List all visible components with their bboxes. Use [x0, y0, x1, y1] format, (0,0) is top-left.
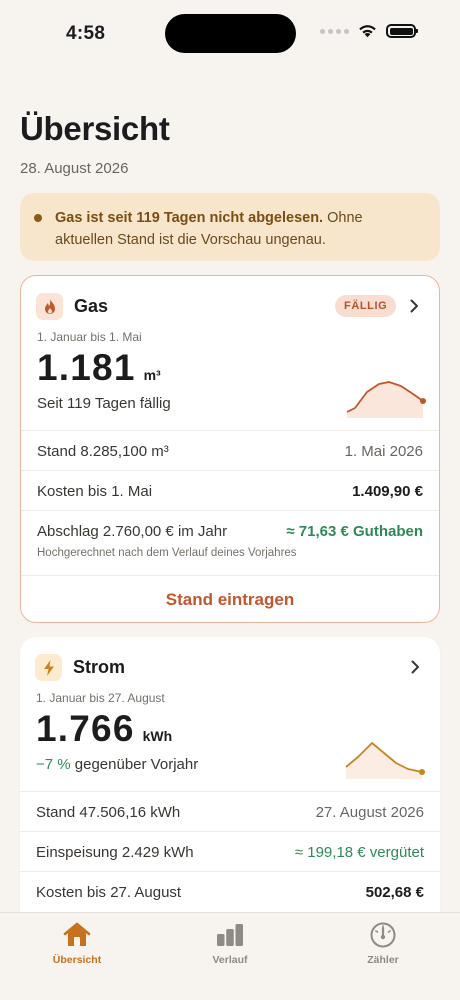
strom-reading-row: Stand 47.506,16 kWh 27. August 2026 [20, 791, 440, 831]
strom-sparkline [345, 742, 425, 779]
strom-consumption-value: 1.766 [36, 708, 135, 749]
gas-action-row: Stand eintragen [21, 575, 439, 622]
dynamic-island [165, 14, 296, 53]
gas-card-header[interactable]: Gas FÄLLIG [21, 276, 439, 334]
strom-feed-label: Einspeisung 2.429 kWh [36, 844, 194, 861]
strom-card-header[interactable]: Strom [20, 637, 440, 695]
tab-overview[interactable]: Übersicht [17, 920, 137, 966]
gas-advance-row: Abschlag 2.760,00 € im Jahr ≈ 71,63 € Gu… [21, 510, 439, 575]
strom-reading-date: 27. August 2026 [315, 804, 424, 821]
gas-advance-value: ≈ 71,63 € Guthaben [286, 523, 423, 540]
cellular-signal-icon [320, 28, 349, 34]
gas-period: 1. Januar bis 1. Mai [37, 330, 142, 344]
gas-card-title: Gas [74, 296, 109, 316]
gas-sparkline [346, 381, 426, 418]
strom-consumption-unit: kWh [142, 728, 173, 744]
chevron-right-icon[interactable] [405, 297, 423, 315]
gas-due-text: Seit 119 Tagen fällig [37, 395, 171, 412]
gas-reading-row: Stand 8.285,100 m³ 1. Mai 2026 [21, 430, 439, 470]
strom-change-line: −7 % gegenüber Vorjahr [36, 756, 198, 773]
gauge-icon [370, 922, 396, 948]
lightning-icon [35, 654, 62, 681]
strom-cost-row: Kosten bis 27. August 502,68 € [20, 871, 440, 911]
tab-bar: Übersicht Verlauf Zähler [0, 912, 460, 1000]
battery-icon [386, 24, 418, 38]
flame-icon [36, 293, 63, 320]
house-icon [63, 922, 91, 946]
gas-consumption: 1.181 m³ [37, 347, 161, 389]
gas-advance-note: Hochgerechnet nach dem Verlauf deines Vo… [37, 547, 297, 559]
gas-consumption-value: 1.181 [37, 347, 136, 388]
chevron-right-icon[interactable] [406, 658, 424, 676]
page-date: 28. August 2026 [20, 160, 129, 177]
tab-overview-label: Übersicht [52, 954, 102, 966]
alert-dot-icon [34, 214, 42, 222]
status-icons [320, 24, 418, 38]
gas-cost-row: Kosten bis 1. Mai 1.409,90 € [21, 470, 439, 510]
strom-feed-value: ≈ 199,18 € vergütet [294, 844, 424, 861]
tab-meters-label: Zähler [367, 954, 399, 966]
strom-cost-label: Kosten bis 27. August [36, 884, 182, 901]
strom-consumption: 1.766 kWh [36, 708, 172, 750]
gas-reading-date: 1. Mai 2026 [344, 443, 423, 460]
page-title: Übersicht [20, 110, 170, 147]
strom-card[interactable]: Strom 1. Januar bis 27. August 1.766 kWh… [20, 637, 440, 927]
strom-period: 1. Januar bis 27. August [36, 691, 165, 705]
reading-alert-banner[interactable]: Gas ist seit 119 Tagen nicht abgelesen. … [20, 193, 440, 261]
alert-bold-text: Gas ist seit 119 Tagen nicht abgelesen. [55, 210, 324, 226]
gas-consumption-unit: m³ [143, 367, 161, 383]
strom-cost-value: 502,68 € [365, 884, 424, 901]
gas-cost-label: Kosten bis 1. Mai [37, 483, 153, 500]
enter-reading-button[interactable]: Stand eintragen [166, 590, 294, 610]
status-bar: 4:58 [0, 0, 460, 68]
wifi-icon [359, 25, 376, 38]
strom-card-title: Strom [73, 657, 126, 677]
due-badge: FÄLLIG [335, 295, 397, 317]
gas-cost-value: 1.409,90 € [352, 483, 423, 500]
tab-meters[interactable]: Zähler [323, 920, 443, 966]
gas-advance-label: Abschlag 2.760,00 € im Jahr [37, 523, 228, 540]
tab-history[interactable]: Verlauf [170, 920, 290, 966]
strom-feed-row: Einspeisung 2.429 kWh ≈ 199,18 € vergüte… [20, 831, 440, 871]
strom-change-value: −7 % [36, 756, 71, 773]
gas-reading-label: Stand 8.285,100 m³ [37, 443, 169, 460]
strom-reading-label: Stand 47.506,16 kWh [36, 804, 181, 821]
status-time: 4:58 [66, 23, 106, 44]
bar-chart-icon [217, 924, 243, 946]
tab-history-label: Verlauf [212, 954, 248, 966]
strom-change-text: gegenüber Vorjahr [74, 756, 199, 773]
gas-card[interactable]: Gas FÄLLIG 1. Januar bis 1. Mai 1.181 m³… [20, 275, 440, 623]
